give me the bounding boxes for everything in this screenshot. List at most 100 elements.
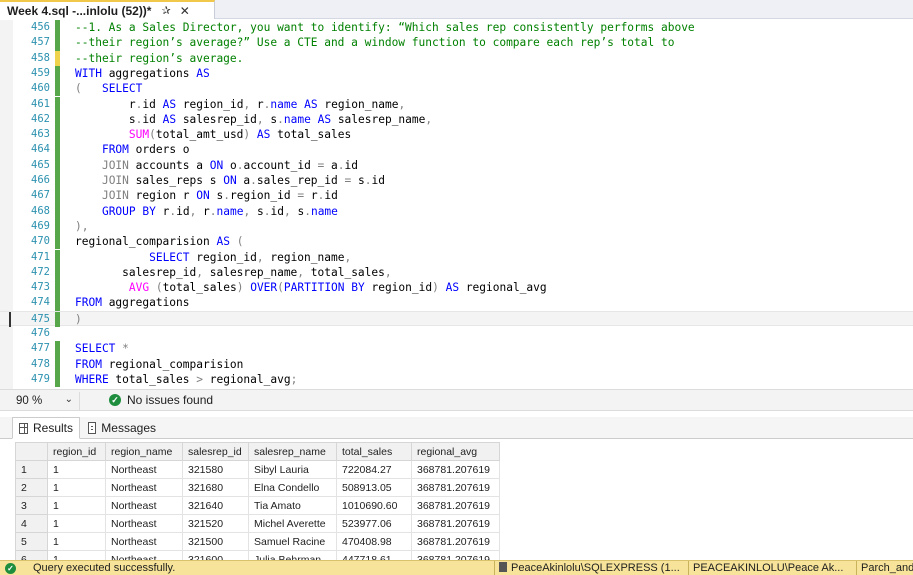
table-cell[interactable]: Northeast [105,478,183,497]
zoom-selector[interactable]: 90 % ⌄ [4,392,80,410]
code-token: . [209,204,217,218]
table-cell[interactable]: Elna Condello [248,478,337,497]
table-row[interactable]: 3 1 Northeast 321640 Tia Amato 1010690.60 3687… [15,496,500,515]
line-number: 474 [31,296,50,309]
tab-results[interactable]: Results [12,417,80,439]
row-number[interactable]: 1 [15,460,48,479]
table-cell[interactable]: Northeast [105,550,183,560]
column-header[interactable]: region_id [47,442,106,461]
table-cell[interactable]: 321580 [182,460,249,479]
table-cell[interactable]: 508913.05 [336,478,412,497]
table-cell[interactable]: 1 [47,496,106,515]
column-header[interactable]: regional_avg [411,442,500,461]
code-line[interactable]: 474 FROM aggregations [0,295,913,311]
table-cell[interactable]: 1 [47,532,106,551]
table-cell[interactable]: 368781.207619 [411,532,500,551]
table-cell[interactable]: Northeast [105,514,183,533]
issues-indicator[interactable]: ✓ No issues found [109,393,213,407]
close-icon[interactable]: ✕ [180,4,190,18]
table-cell[interactable]: 1 [47,478,106,497]
table-cell[interactable]: Julia Behrman [248,550,337,560]
table-cell[interactable]: 368781.207619 [411,550,500,560]
table-cell[interactable]: 1 [47,550,106,560]
code-line[interactable]: 472 salesrep_id, salesrep_name, total_sa… [0,264,913,281]
table-cell[interactable]: Samuel Racine [248,532,337,551]
code-line[interactable]: 458 --their region’s average. [0,50,913,66]
table-cell[interactable]: Northeast [105,532,183,551]
pin-icon[interactable]: ✰ [161,4,170,17]
table-cell[interactable]: 368781.207619 [411,460,500,479]
code-line[interactable]: 477 SELECT * [0,341,913,357]
table-cell[interactable]: 321520 [182,514,249,533]
table-cell[interactable]: Tia Amato [248,496,337,515]
table-cell[interactable]: 1 [47,460,106,479]
results-grid[interactable]: region_id region_name salesrep_id salesrep_… [0,440,913,560]
row-number[interactable]: 5 [15,532,48,551]
column-header[interactable]: salesrep_name [248,442,337,461]
table-cell[interactable]: Northeast [105,496,183,515]
row-number[interactable]: 6 [15,550,48,560]
table-row[interactable]: 5 1 Northeast 321500 Samuel Racine 470408.98 3… [15,532,500,551]
table-cell[interactable]: 722084.27 [336,460,412,479]
code-line[interactable]: 462 s.id AS salesrep_id, s.name AS sales… [0,111,913,128]
table-row[interactable]: 6 1 Northeast 321600 Julia Behrman 447718.61 3… [15,550,500,560]
table-cell[interactable]: Michel Averette [248,514,337,533]
chevron-down-icon[interactable]: ⌄ [65,394,73,405]
code-line[interactable]: 456 --1. As a Sales Director, you want to… [0,20,913,36]
code-line[interactable]: 461 r.id AS region_id, r.name AS region_… [0,96,913,112]
sql-editor[interactable]: 456 --1. As a Sales Director, you want to… [0,20,913,389]
code-token: region_name [263,250,345,264]
table-cell[interactable]: 1 [47,514,106,533]
code-token: --1. As a Sales Director, you want to id… [75,21,695,34]
code-line[interactable]: 466 JOIN sales_reps s ON a.sales_rep_id … [0,173,913,189]
code-line[interactable]: 464 FROM orders o [0,142,913,158]
table-cell[interactable]: 321600 [182,550,249,560]
column-header[interactable]: salesrep_id [182,442,249,461]
table-cell[interactable]: 368781.207619 [411,496,500,515]
table-cell[interactable]: 321680 [182,478,249,497]
code-token: total_sales [162,281,237,295]
table-cell[interactable]: 321640 [182,496,249,515]
row-number[interactable]: 3 [15,496,48,515]
code-line[interactable]: 478 FROM regional_comparision [0,356,913,372]
column-header[interactable]: total_sales [336,442,412,461]
table-cell[interactable]: 470408.98 [336,532,412,551]
tab-messages[interactable]: Messages [82,417,162,439]
row-number-header[interactable] [15,442,48,461]
code-line[interactable]: 463 SUM(total_amt_usd) AS total_sales [0,127,913,143]
code-line[interactable]: 460 ( SELECT [0,81,913,97]
code-text: GROUP BY r.id, r.name, s.id, s.name [75,204,338,219]
table-row[interactable]: 2 1 Northeast 321680 Elna Condello 508913.05 3… [15,478,500,497]
table-cell[interactable]: 1010690.60 [336,496,412,515]
code-line[interactable]: 467 JOIN region r ON s.region_id = r.id [0,188,913,204]
code-line[interactable]: 473 AVG (total_sales) OVER(PARTITION BY … [0,280,913,296]
table-cell[interactable]: Northeast [105,460,183,479]
code-line[interactable]: 459 WITH aggregations AS [0,65,913,82]
code-token: total_sales [108,372,197,386]
change-indicator [55,280,60,296]
column-header[interactable]: region_name [105,442,183,461]
code-line[interactable]: 469), [0,218,913,235]
document-tab[interactable]: Week 4.sql -...inlolu (52))* ✰ ✕ [0,0,215,19]
code-line[interactable]: 465 JOIN accounts a ON o.account_id = a.… [0,157,913,173]
table-row[interactable]: 1 1 Northeast 321580 Sibyl Lauria 722084.27 36… [15,460,500,479]
code-token: orders o [128,143,190,157]
table-cell[interactable]: 447718.61 [336,550,412,560]
table-row[interactable]: 4 1 Northeast 321520 Michel Averette 523977.0… [15,514,500,533]
table-cell[interactable]: 368781.207619 [411,514,500,533]
code-line[interactable]: 475) [0,310,913,327]
code-line[interactable]: 470 regional_comparision AS ( [0,234,913,250]
row-number[interactable]: 4 [15,514,48,533]
code-line[interactable]: 471 SELECT region_id, region_name, [0,249,913,265]
code-line[interactable]: 476 [0,326,913,341]
table-cell[interactable]: Sibyl Lauria [248,460,337,479]
code-line[interactable]: 468 GROUP BY r.id, r.name, s.id, s.name [0,203,913,219]
line-number: 459 [31,66,50,79]
code-line[interactable]: 479 WHERE total_sales > regional_avg; [0,371,913,388]
table-cell[interactable]: 368781.207619 [411,478,500,497]
table-cell[interactable]: 321500 [182,532,249,551]
row-number[interactable]: 2 [15,478,48,497]
table-cell[interactable]: 523977.06 [336,514,412,533]
code-line[interactable]: 457 --their region’s average?” Use a CTE … [0,35,913,51]
